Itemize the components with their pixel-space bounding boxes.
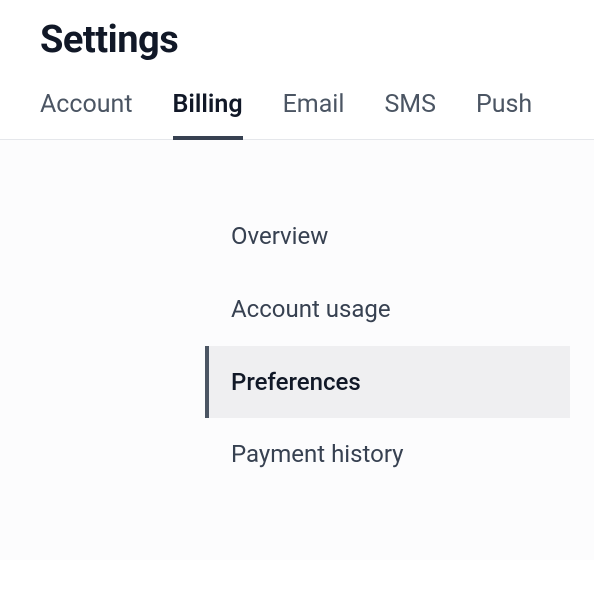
subnav-item-account-usage[interactable]: Account usage xyxy=(205,273,570,346)
subnav-item-payment-history[interactable]: Payment history xyxy=(205,418,570,491)
tab-email[interactable]: Email xyxy=(283,90,345,139)
content: Overview Account usage Preferences Payme… xyxy=(0,140,594,560)
tab-push[interactable]: Push xyxy=(476,90,532,139)
tab-account[interactable]: Account xyxy=(40,90,133,139)
subnav: Overview Account usage Preferences Payme… xyxy=(205,200,570,491)
page-title: Settings xyxy=(40,18,594,62)
subnav-item-preferences[interactable]: Preferences xyxy=(205,346,570,419)
tab-billing[interactable]: Billing xyxy=(173,90,243,139)
tabs: Account Billing Email SMS Push xyxy=(40,90,594,139)
header: Settings Account Billing Email SMS Push xyxy=(0,0,594,140)
tab-sms[interactable]: SMS xyxy=(384,90,436,139)
subnav-item-overview[interactable]: Overview xyxy=(205,200,570,273)
